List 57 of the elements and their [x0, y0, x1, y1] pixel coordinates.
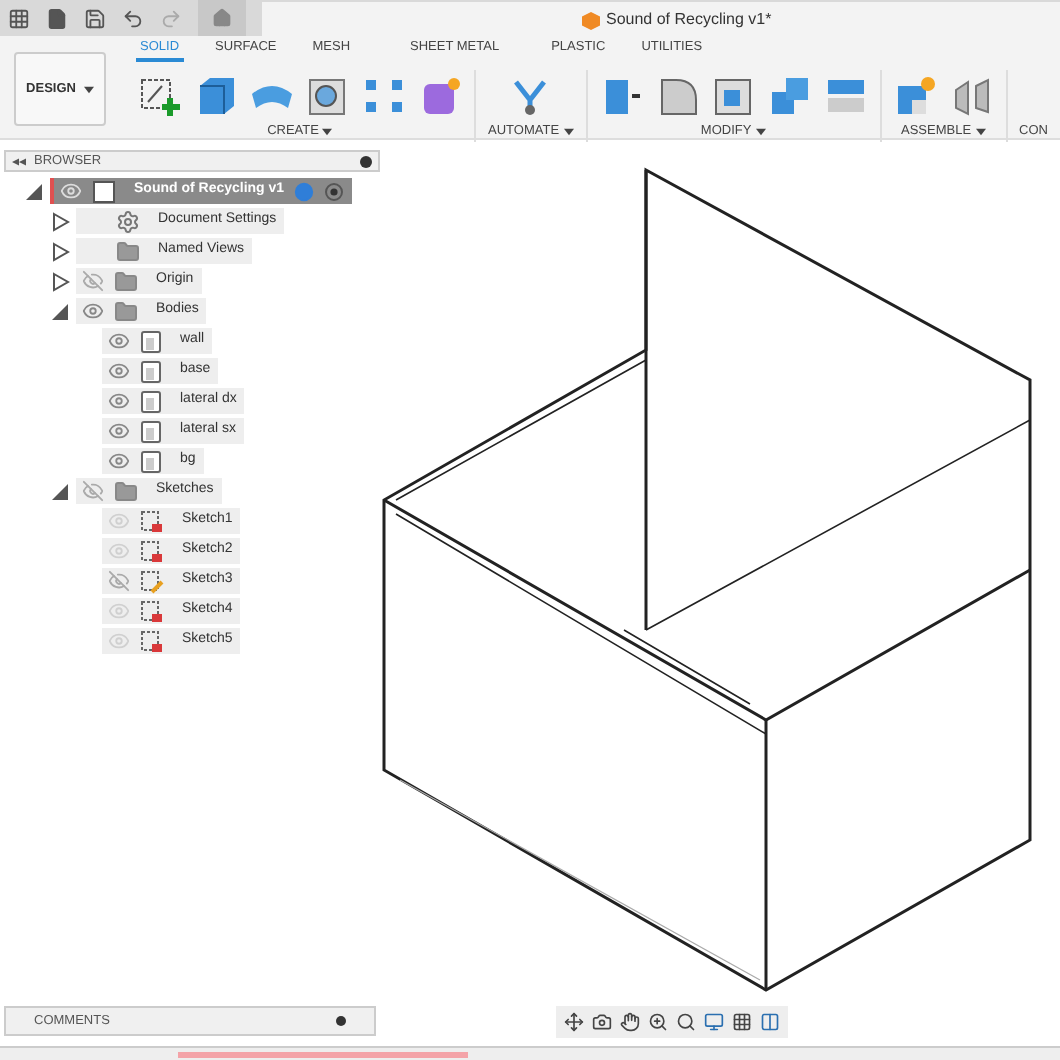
shell-icon[interactable] — [711, 74, 756, 118]
expander-triangle-icon[interactable] — [24, 181, 44, 201]
gear-icon — [116, 209, 140, 233]
expander-triangle-icon[interactable] — [50, 211, 70, 231]
body-icon — [140, 389, 162, 413]
offset-face-icon[interactable] — [823, 74, 868, 118]
caret-icon — [975, 127, 986, 136]
apps-grid-icon[interactable] — [8, 7, 30, 29]
pattern-icon[interactable] — [362, 74, 407, 118]
home-icon — [212, 8, 232, 28]
cube-icon — [582, 11, 600, 29]
expander-triangle-icon[interactable] — [50, 301, 70, 321]
body-icon — [140, 329, 162, 353]
undo-icon[interactable] — [122, 7, 144, 29]
badge-circle-icon — [294, 181, 315, 201]
folder-icon — [116, 239, 140, 263]
form-cube-icon[interactable] — [418, 74, 463, 118]
caret-icon — [755, 127, 766, 136]
box-icon[interactable] — [194, 74, 239, 118]
folder-icon — [114, 269, 138, 293]
component-icon — [92, 179, 116, 203]
caret-icon — [322, 127, 333, 136]
joint-icon[interactable] — [949, 74, 994, 118]
zoom-icon[interactable] — [648, 1012, 668, 1032]
eye-icon[interactable] — [108, 450, 130, 472]
expander-triangle-icon[interactable] — [50, 271, 70, 291]
orbit-icon[interactable] — [564, 1012, 584, 1032]
save-icon[interactable] — [84, 7, 106, 29]
sketch-plus-icon[interactable] — [138, 74, 183, 118]
expander-triangle-icon[interactable] — [50, 241, 70, 261]
eye-icon[interactable] — [82, 300, 104, 322]
radio-target-icon[interactable] — [324, 181, 345, 201]
collapse-icon[interactable] — [12, 157, 26, 165]
body-icon — [140, 359, 162, 383]
eye-icon[interactable] — [108, 420, 130, 442]
fillet-icon[interactable] — [655, 74, 700, 118]
body-icon — [140, 419, 162, 443]
display-icon[interactable] — [704, 1012, 724, 1032]
document-tab[interactable]: Sound of Recycling v1* — [262, 2, 1060, 38]
expander-triangle-icon[interactable] — [50, 481, 70, 501]
caret-icon — [83, 85, 94, 93]
eye-icon[interactable] — [108, 390, 130, 412]
new-component-icon[interactable] — [893, 74, 938, 118]
camera-icon[interactable] — [592, 1012, 612, 1032]
body-icon — [140, 449, 162, 473]
search-icon[interactable] — [676, 1012, 696, 1032]
pan-hand-icon[interactable] — [620, 1012, 640, 1032]
file-icon[interactable] — [46, 7, 68, 29]
eye-icon[interactable] — [108, 360, 130, 382]
hole-icon[interactable] — [306, 74, 351, 118]
folder-icon — [114, 479, 138, 503]
eye-icon[interactable] — [108, 330, 130, 352]
folder-icon — [114, 299, 138, 323]
caret-icon — [563, 127, 574, 136]
grid-icon[interactable] — [732, 1012, 752, 1032]
combine-icon[interactable] — [767, 74, 812, 118]
viewports-icon[interactable] — [760, 1012, 780, 1032]
